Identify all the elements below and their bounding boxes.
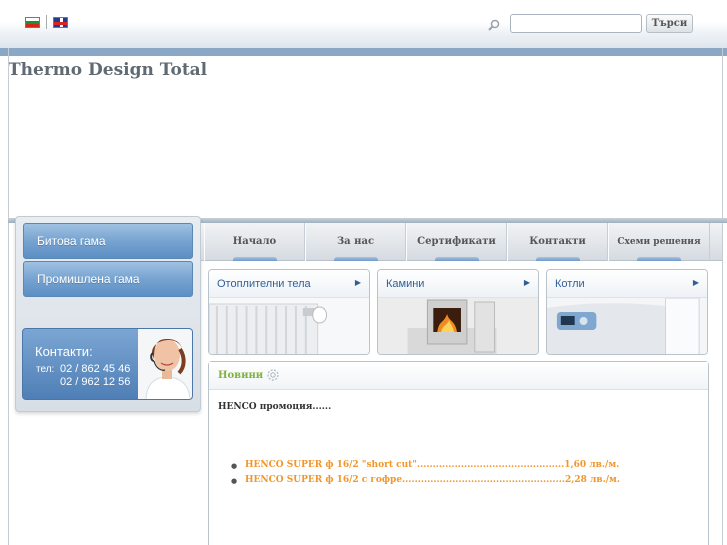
tab-home[interactable]: Начало — [204, 223, 305, 261]
left-border — [8, 48, 9, 545]
product-label: Камини — [386, 278, 425, 290]
card-header: Котли ▶ — [547, 270, 707, 298]
gear-icon — [267, 369, 279, 381]
search-icon — [488, 19, 500, 31]
contact-title: Контакти: — [35, 344, 93, 359]
product-card-boilers[interactable]: Котли ▶ — [546, 269, 708, 355]
flag-divider — [46, 15, 47, 29]
language-switcher — [25, 15, 68, 29]
search-button[interactable]: Търси — [646, 14, 693, 33]
contact-phone-2: 02 / 962 12 56 — [60, 376, 131, 388]
news-intro: HENCO промоция...... — [218, 402, 332, 412]
product-label: Котли — [555, 278, 585, 290]
news-box: Новини HENCO промоция...... HENCO SUPER … — [208, 361, 709, 545]
promo-list: HENCO SUPER ф 16/2 "short cut"..........… — [231, 460, 620, 490]
contact-tel-label: тел: — [36, 364, 55, 375]
arrow-right-icon: ▶ — [523, 278, 530, 287]
fireplace-image — [378, 298, 538, 354]
bulgarian-flag-icon[interactable] — [25, 16, 40, 28]
uk-flag-icon[interactable] — [53, 16, 68, 28]
search-input[interactable] — [510, 14, 642, 33]
right-border — [722, 48, 723, 545]
site-title: Thermo Design Total — [8, 60, 208, 80]
product-card-radiators[interactable]: Отоплителни тела ▶ — [208, 269, 370, 355]
header-banner — [8, 56, 727, 218]
main-nav: Начало За нас Сертификати Контакти Схеми… — [201, 223, 722, 261]
product-label: Отоплителни тела — [217, 278, 311, 290]
tab-certificates[interactable]: Сертификати — [406, 223, 507, 261]
boiler-image — [547, 298, 707, 354]
sidebar-item-household-range[interactable]: Битова гама — [23, 223, 193, 259]
news-header: Новини — [209, 362, 708, 390]
contact-phone-1: 02 / 862 45 46 — [60, 363, 131, 375]
card-header: Отоплителни тела ▶ — [209, 270, 369, 298]
news-title: Новини — [218, 370, 264, 381]
sidebar-item-industrial-range[interactable]: Промишлена гама — [23, 261, 193, 297]
contact-card: Контакти: тел: 02 / 862 45 46 02 / 962 1… — [22, 328, 193, 400]
tab-solution-schemes[interactable]: Схеми решения — [608, 223, 710, 261]
support-operator-avatar — [138, 329, 192, 399]
card-header: Камини ▶ — [378, 270, 538, 298]
header-top-strip — [0, 48, 727, 56]
tab-contacts[interactable]: Контакти — [507, 223, 608, 261]
top-bar: Търси — [0, 0, 727, 48]
product-card-fireplaces[interactable]: Камини ▶ — [377, 269, 539, 355]
promo-item[interactable]: HENCO SUPER ф 16/2 "short cut"..........… — [231, 460, 620, 471]
promo-item[interactable]: HENCO SUPER ф 16/2 с гофре..............… — [231, 475, 620, 486]
arrow-right-icon: ▶ — [692, 278, 699, 287]
radiator-image — [209, 298, 369, 354]
arrow-right-icon: ▶ — [354, 278, 361, 287]
tab-about[interactable]: За нас — [305, 223, 406, 261]
